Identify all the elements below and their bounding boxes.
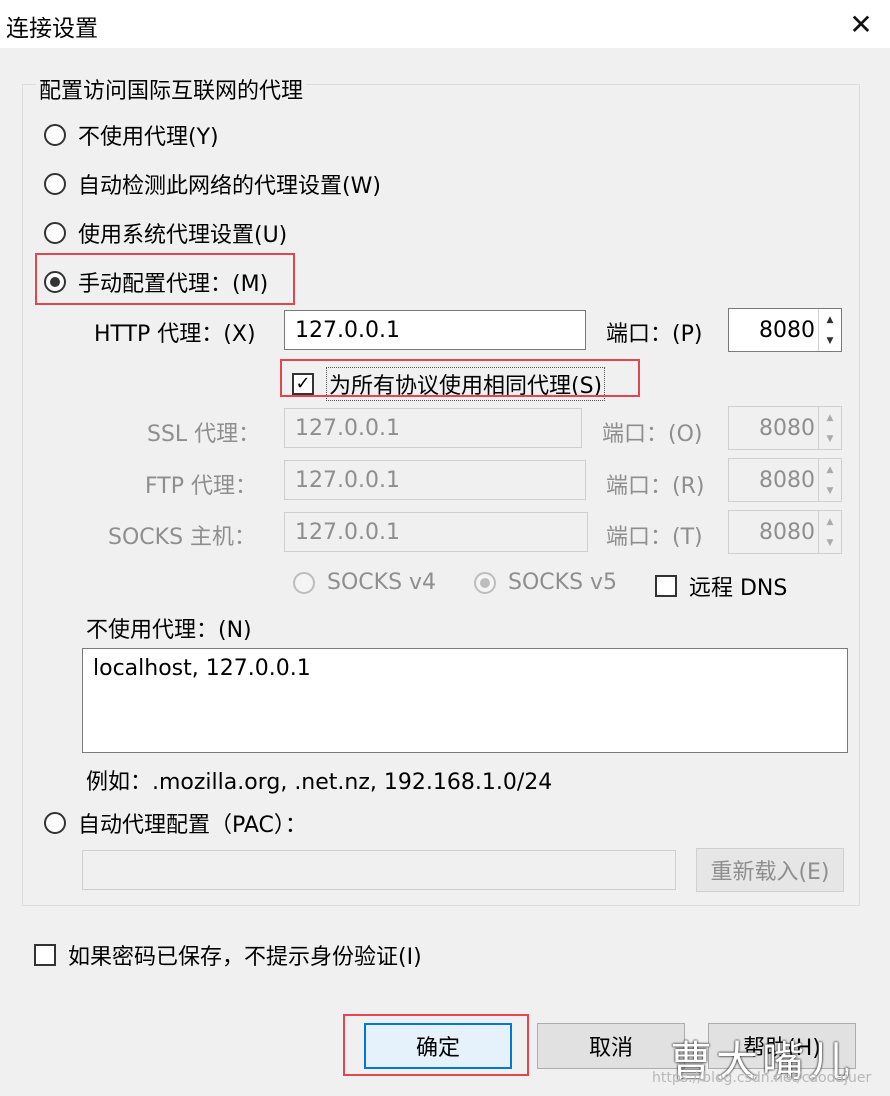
- radio-no-proxy[interactable]: 不使用代理(Y): [44, 119, 219, 151]
- radio-circle: [44, 222, 66, 244]
- radio-label: 不使用代理(Y): [78, 125, 219, 150]
- group-label: 配置访问国际互联网的代理: [36, 73, 307, 105]
- remote-dns-checkbox[interactable]: 远程 DNS: [655, 570, 787, 602]
- radio-label: 使用系统代理设置(U): [78, 223, 288, 248]
- reload-button[interactable]: 重新载入(E): [696, 848, 844, 892]
- highlight-box-same-proxy: [280, 359, 640, 397]
- http-port-value: 8080: [759, 317, 815, 343]
- chevron-up-icon[interactable]: ▲: [819, 459, 841, 480]
- radio-pac[interactable]: 自动代理配置（PAC）：: [44, 807, 307, 839]
- no-proxy-textarea[interactable]: localhost, 127.0.0.1: [82, 648, 848, 753]
- radio-circle-checked: [474, 571, 496, 594]
- highlight-box-manual: [35, 253, 295, 305]
- socks-host-input[interactable]: 127.0.0.1: [284, 512, 588, 552]
- socks-host-label: SOCKS 主机：: [108, 525, 257, 550]
- chevron-down-icon[interactable]: ▼: [819, 330, 841, 351]
- http-proxy-label: HTTP 代理：(X): [94, 322, 256, 347]
- ftp-port-label: 端口：(R): [606, 474, 705, 499]
- checkbox-box: [655, 575, 677, 597]
- ftp-proxy-input[interactable]: 127.0.0.1: [284, 460, 586, 500]
- ftp-proxy-label: FTP 代理：: [145, 474, 257, 499]
- http-proxy-input[interactable]: 127.0.0.1: [284, 310, 586, 350]
- radio-circle: [44, 173, 66, 195]
- http-port-label: 端口：(P): [606, 322, 703, 347]
- chevron-down-icon[interactable]: ▼: [819, 532, 841, 553]
- radio-auto-detect[interactable]: 自动检测此网络的代理设置(W): [44, 168, 381, 200]
- no-auth-prompt-checkbox[interactable]: 如果密码已保存，不提示身份验证(I): [34, 939, 422, 971]
- highlight-box-ok: [343, 1014, 529, 1076]
- radio-socks-v5[interactable]: SOCKS v5: [474, 570, 617, 595]
- ftp-port-stepper[interactable]: 8080 ▲ ▼: [728, 458, 842, 502]
- close-button[interactable]: ✕: [832, 0, 890, 48]
- chevron-down-icon[interactable]: ▼: [819, 480, 841, 501]
- radio-label: 自动检测此网络的代理设置(W): [78, 174, 381, 199]
- radio-socks-v4[interactable]: SOCKS v4: [293, 570, 436, 595]
- radio-circle: [44, 812, 66, 834]
- chevron-up-icon[interactable]: ▲: [819, 309, 841, 330]
- ssl-proxy-label: SSL 代理：: [147, 422, 261, 447]
- ssl-port-label: 端口：(O): [602, 422, 703, 447]
- radio-label: SOCKS v5: [508, 570, 618, 595]
- ssl-port-value: 8080: [759, 415, 815, 441]
- checkbox-label: 远程 DNS: [689, 576, 788, 601]
- no-proxy-label: 不使用代理：(N): [86, 618, 252, 643]
- close-icon: ✕: [849, 7, 873, 41]
- ssl-proxy-input[interactable]: 127.0.0.1: [284, 408, 582, 448]
- socks-port-label: 端口：(T): [606, 525, 703, 550]
- chevron-up-icon[interactable]: ▲: [819, 407, 841, 428]
- ssl-port-stepper[interactable]: 8080 ▲ ▼: [728, 406, 842, 450]
- pac-url-input[interactable]: [82, 850, 676, 890]
- window-title: 连接设置: [6, 16, 98, 42]
- socks-port-value: 8080: [759, 519, 815, 545]
- http-port-stepper[interactable]: 8080 ▲ ▼: [728, 308, 842, 352]
- no-proxy-example: 例如：.mozilla.org, .net.nz, 192.168.1.0/24: [86, 770, 553, 795]
- watermark-url: https://blog.csdn.net/caodajuer: [652, 1070, 872, 1086]
- title-bar: 连接设置 ✕: [0, 0, 890, 48]
- chevron-down-icon[interactable]: ▼: [819, 428, 841, 449]
- radio-system-proxy[interactable]: 使用系统代理设置(U): [44, 217, 287, 249]
- radio-label: 自动代理配置（PAC）：: [78, 813, 307, 838]
- chevron-up-icon[interactable]: ▲: [819, 511, 841, 532]
- radio-circle: [293, 571, 315, 594]
- checkbox-label: 如果密码已保存，不提示身份验证(I): [68, 945, 422, 970]
- cancel-button[interactable]: 取消: [537, 1023, 685, 1069]
- stepper-buttons: ▲ ▼: [818, 407, 841, 449]
- stepper-buttons: ▲ ▼: [818, 511, 841, 553]
- socks-port-stepper[interactable]: 8080 ▲ ▼: [728, 510, 842, 554]
- stepper-buttons: ▲ ▼: [818, 459, 841, 501]
- radio-label: SOCKS v4: [327, 570, 437, 595]
- ftp-port-value: 8080: [759, 467, 815, 493]
- stepper-buttons: ▲ ▼: [818, 309, 841, 351]
- radio-circle: [44, 124, 66, 146]
- checkbox-box: [34, 944, 56, 966]
